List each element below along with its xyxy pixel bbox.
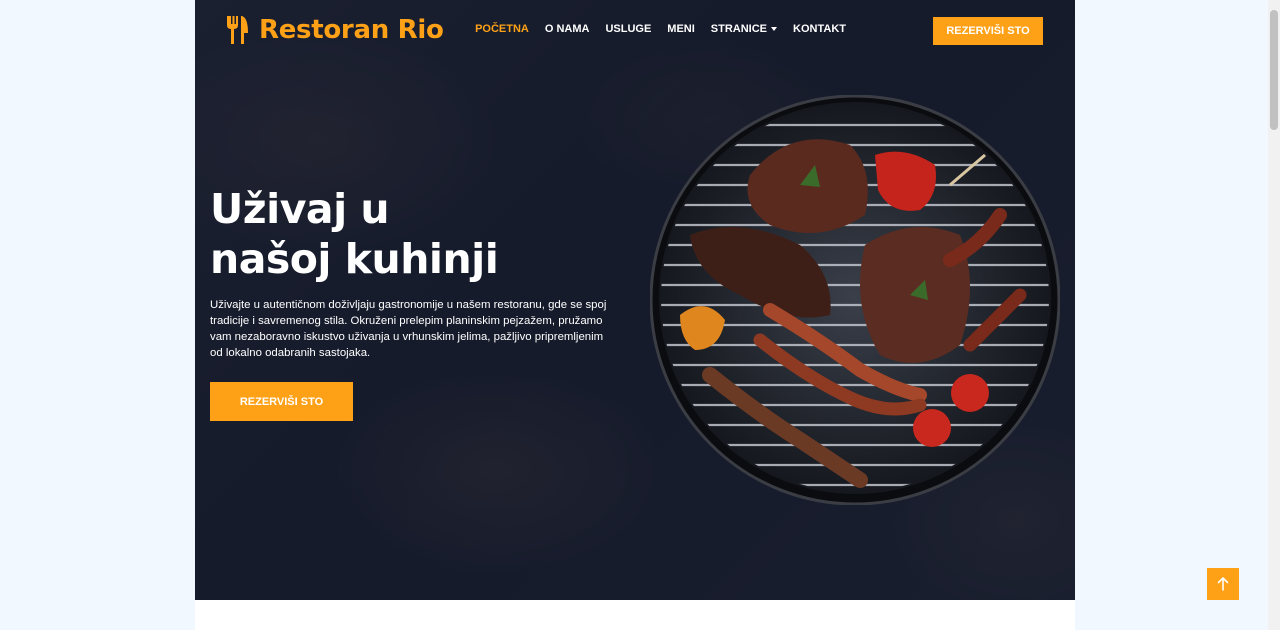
reserve-table-nav-button[interactable]: REZERVIŠI STO <box>933 17 1043 45</box>
nav-label: STRANICE <box>710 23 768 35</box>
hero-description: Uživajte u autentičnom doživljaju gastro… <box>210 299 607 359</box>
nav-item-o-nama[interactable]: O NAMA <box>537 23 598 35</box>
reserve-table-hero-button[interactable]: REZERVIŠI STO <box>210 382 353 421</box>
nav-item-stranice[interactable]: STRANICE <box>703 23 785 35</box>
back-to-top-button[interactable] <box>1207 568 1239 600</box>
caret-down-icon <box>771 27 778 31</box>
nav-label: USLUGE <box>605 23 652 35</box>
nav-item-usluge[interactable]: USLUGE <box>597 23 659 35</box>
scrollbar-thumb[interactable] <box>1270 10 1278 130</box>
grill-illustration <box>649 94 1061 506</box>
nav-item-pocetna[interactable]: POČETNA <box>467 23 537 35</box>
brand-logo[interactable]: Restoran Rio <box>225 12 444 48</box>
hero-content: Uživaj u našoj kuhinji Uživajte u autent… <box>210 184 630 421</box>
grill-image <box>649 94 1061 506</box>
nav-label: POČETNA <box>475 23 529 35</box>
nav-label: MENI <box>667 23 695 35</box>
navbar: Restoran Rio POČETNA O NAMA USLUGE MENI … <box>195 0 1075 62</box>
hero-section: Restoran Rio POČETNA O NAMA USLUGE MENI … <box>195 0 1075 600</box>
main-menu: POČETNA O NAMA USLUGE MENI STRANICE KONT… <box>467 23 854 35</box>
fork-knife-icon <box>227 16 248 44</box>
hero-title-line-1: Uživaj u <box>210 185 390 233</box>
nav-item-kontakt[interactable]: KONTAKT <box>785 23 854 35</box>
brand-name: Restoran Rio <box>259 15 444 45</box>
hero-title-line-2: našoj kuhinji <box>210 235 499 283</box>
hero-title: Uživaj u našoj kuhinji <box>210 184 630 284</box>
scrollbar[interactable] <box>1268 0 1280 630</box>
page: Restoran Rio POČETNA O NAMA USLUGE MENI … <box>195 0 1075 630</box>
arrow-up-icon <box>1217 577 1229 591</box>
nav-label: KONTAKT <box>793 23 846 35</box>
nav-label: O NAMA <box>544 23 590 35</box>
nav-item-meni[interactable]: MENI <box>659 23 703 35</box>
